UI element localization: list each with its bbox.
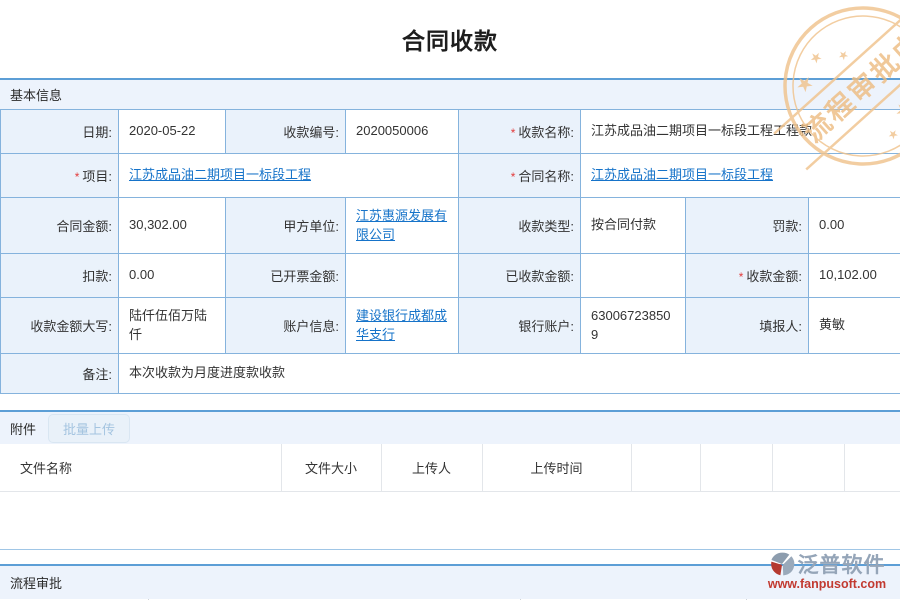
field-label-amount-in-words: 收款金额大写: <box>1 298 119 354</box>
field-value-project: 江苏成品油二期项目一标段工程 <box>119 154 459 198</box>
section-attachments-label: 附件 <box>10 419 36 438</box>
field-label-invoiced-amount: 已开票金额: <box>226 254 346 298</box>
field-label-receipt-amount: *收款金额: <box>686 254 809 298</box>
field-value-receipt-type: 按合同付款 <box>581 198 686 254</box>
field-label-date: 日期: <box>1 110 119 154</box>
attachments-col-empty <box>844 444 900 491</box>
field-label-account-info: 账户信息: <box>226 298 346 354</box>
field-label-received-amount: 已收款金额: <box>459 254 581 298</box>
field-value-account-info: 建设银行成都成华支行 <box>346 298 459 354</box>
field-value-receipt-amount: 10,102.00 <box>809 254 900 298</box>
field-value-received-amount <box>581 254 686 298</box>
field-value-amount-in-words: 陆仟伍佰万陆仟 <box>119 298 226 354</box>
spacer <box>0 394 900 410</box>
section-basic-info-label: 基本信息 <box>10 85 62 104</box>
attachments-col-file-size: 文件大小 <box>281 444 381 491</box>
page-title: 合同收款 <box>402 22 498 56</box>
field-label-receipt-name: *收款名称: <box>459 110 581 154</box>
attachments-col-file-name: 文件名称 <box>0 444 281 491</box>
required-asterisk: * <box>739 270 744 284</box>
field-label-penalty: 罚款: <box>686 198 809 254</box>
attachments-table: 文件名称 文件大小 上传人 上传时间 <box>0 444 900 492</box>
field-value-penalty: 0.00 <box>809 198 900 254</box>
batch-upload-button[interactable]: 批量上传 <box>48 414 130 443</box>
field-value-reporter: 黄敏 <box>809 298 900 354</box>
vendor-logo-name: 泛普软件 <box>798 549 886 579</box>
attachments-header-row: 文件名称 文件大小 上传人 上传时间 <box>0 444 900 491</box>
section-header-attachments: 附件 批量上传 <box>0 410 900 444</box>
field-value-contract-amount: 30,302.00 <box>119 198 226 254</box>
field-value-deduction: 0.00 <box>119 254 226 298</box>
contract-name-link[interactable]: 江苏成品油二期项目一标段工程 <box>591 167 773 182</box>
field-label-reporter: 填报人: <box>686 298 809 354</box>
vendor-logo-url: www.fanpusoft.com <box>756 577 898 591</box>
field-label-remark: 备注: <box>1 354 119 394</box>
field-label-project: *项目: <box>1 154 119 198</box>
project-link[interactable]: 江苏成品油二期项目一标段工程 <box>129 167 311 182</box>
required-asterisk: * <box>511 126 516 140</box>
field-value-date: 2020-05-22 <box>119 110 226 154</box>
basic-info-table: 日期: 2020-05-22 收款编号: 2020050006 *收款名称: 江… <box>0 109 900 394</box>
attachments-col-uploader: 上传人 <box>381 444 482 491</box>
attachments-col-empty <box>772 444 844 491</box>
field-value-bank-account: 630067238509 <box>581 298 686 354</box>
field-label-party-a: 甲方单位: <box>226 198 346 254</box>
field-value-party-a: 江苏惠源发展有限公司 <box>346 198 459 254</box>
field-value-invoiced-amount <box>346 254 459 298</box>
party-a-link[interactable]: 江苏惠源发展有限公司 <box>356 208 447 242</box>
field-label-contract-amount: 合同金额: <box>1 198 119 254</box>
vendor-logo-icon <box>769 551 795 577</box>
vendor-logo: 泛普软件 www.fanpusoft.com <box>756 549 898 591</box>
attachments-col-upload-time: 上传时间 <box>482 444 631 491</box>
field-value-remark: 本次收款为月度进度款收款 <box>119 354 900 394</box>
field-value-receipt-no: 2020050006 <box>346 110 459 154</box>
field-value-receipt-name: 江苏成品油二期项目一标段工程工程款 <box>581 110 900 154</box>
field-label-receipt-type: 收款类型: <box>459 198 581 254</box>
section-header-basic-info: 基本信息 <box>0 78 900 109</box>
field-label-deduction: 扣款: <box>1 254 119 298</box>
title-bar: 合同收款 <box>0 0 900 78</box>
section-workflow-label: 流程审批 <box>10 573 62 592</box>
field-label-receipt-no: 收款编号: <box>226 110 346 154</box>
field-value-contract-name: 江苏成品油二期项目一标段工程 <box>581 154 900 198</box>
attachments-col-empty <box>631 444 700 491</box>
attachments-empty-area <box>0 492 900 549</box>
contract-receipt-page: 合同收款 基本信息 日期: 2020-05-22 收款编号: 202005000… <box>0 0 900 600</box>
account-info-link[interactable]: 建设银行成都成华支行 <box>356 308 447 342</box>
required-asterisk: * <box>75 170 80 184</box>
required-asterisk: * <box>511 170 516 184</box>
attachments-col-empty <box>700 444 772 491</box>
field-label-bank-account: 银行账户: <box>459 298 581 354</box>
field-label-contract-name: *合同名称: <box>459 154 581 198</box>
